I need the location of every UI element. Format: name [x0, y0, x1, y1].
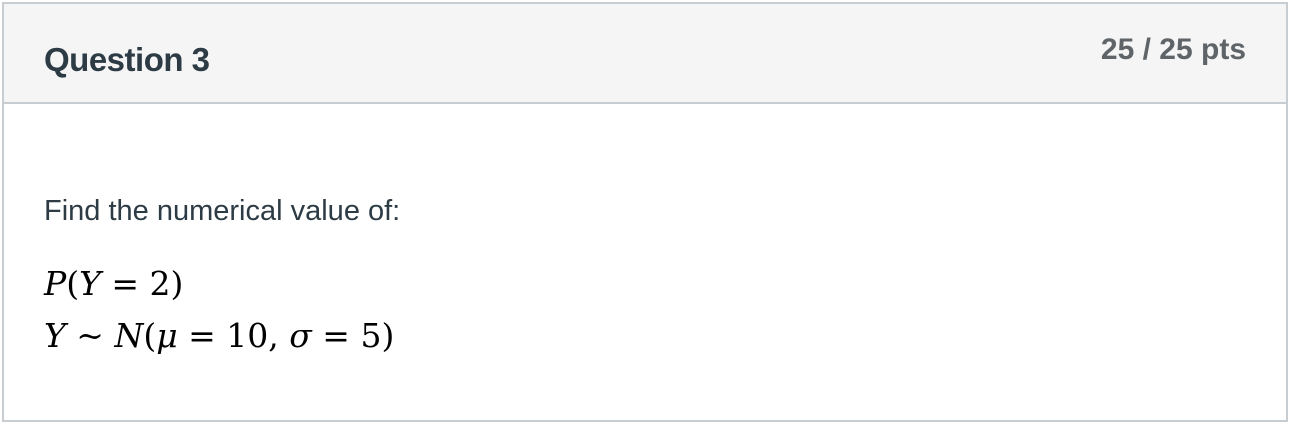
question-header: Question 3 25 / 25 pts	[4, 4, 1286, 104]
math-tilde: ~	[65, 316, 115, 355]
math-mu-value: 10	[226, 316, 269, 355]
math-open-paren: (	[143, 316, 157, 355]
math-symbol-y: Y	[44, 316, 66, 355]
math-equals: =	[100, 264, 150, 303]
math-symbol-y: Y	[79, 264, 101, 303]
question-title: Question 3	[44, 41, 210, 78]
math-symbol-p: P	[44, 264, 67, 303]
question-card: Question 3 25 / 25 pts Find the numerica…	[2, 2, 1288, 422]
math-symbol-sigma: σ	[289, 316, 312, 355]
math-open-paren: (	[66, 264, 80, 303]
points-score: 25 / 25 pts	[1100, 33, 1246, 66]
math-sigma-value: 5	[360, 316, 382, 355]
math-value: 2	[149, 264, 171, 303]
math-close-paren: )	[381, 316, 395, 355]
math-equals: =	[177, 316, 227, 355]
math-equals: =	[311, 316, 361, 355]
math-expression-distribution: Y ~ N(μ = 10, σ = 5)	[44, 316, 394, 355]
math-expression-probability: P(Y = 2)	[44, 264, 183, 303]
question-prompt: Find the numerical value of:	[44, 195, 401, 227]
math-comma: ,	[268, 316, 290, 355]
math-symbol-n: N	[114, 316, 144, 355]
math-close-paren: )	[170, 264, 184, 303]
math-symbol-mu: μ	[156, 316, 178, 355]
